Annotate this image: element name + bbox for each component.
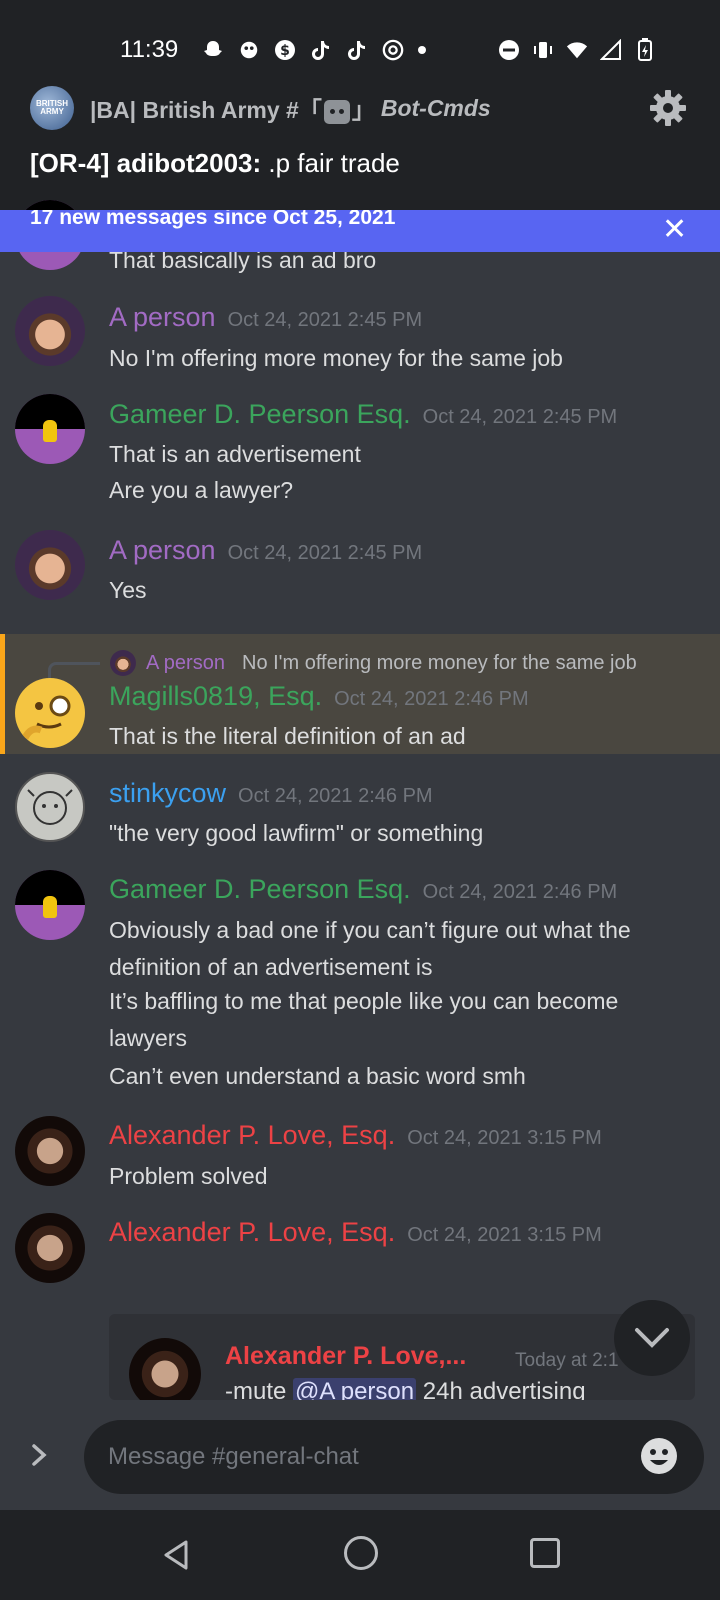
message-author[interactable]: stinkycow Oct 24, 2021 2:46 PM [109,778,433,809]
status-bar: 11:39 $ [0,28,720,72]
snapchat-icon [202,39,224,61]
gear-icon[interactable] [648,88,688,128]
message-text: Obviously a bad one if you can’t figure … [109,917,631,943]
top-bar: 11:39 $ BRITISH ARMY |BA| British Army #… [0,0,720,210]
cow-drawing-icon [27,789,73,825]
message-text: definition of an advertisement is [109,954,433,980]
message-author[interactable]: Gameer D. Peerson Esq. Oct 24, 2021 2:46 … [109,874,617,905]
battery-icon [634,38,656,61]
cell-signal-icon [600,39,622,61]
avatar[interactable] [15,1116,85,1186]
message-timestamp: Oct 24, 2021 2:46 PM [422,881,618,903]
user-mention[interactable]: @A person [293,1378,417,1400]
message-author[interactable]: A person Oct 24, 2021 2:45 PM [109,535,422,566]
embed-avatar [129,1338,201,1400]
expand-actions-button[interactable] [30,1440,60,1470]
robot-icon [323,99,350,124]
message-timestamp: Oct 24, 2021 2:45 PM [227,309,423,331]
cash-app-icon: $ [274,39,296,61]
embed-text: -mute @A person 24h advertising [225,1378,586,1400]
reply-avatar [110,650,136,676]
avatar[interactable] [15,678,85,748]
message-timestamp: Oct 24, 2021 2:45 PM [422,406,618,428]
channel-topic: [OR-4] adibot2003: .p fair trade [30,148,400,178]
channel-header[interactable]: BRITISH ARMY |BA| British Army #「」 Bot-C… [30,84,491,132]
wifi-icon [566,39,588,61]
message-author[interactable]: Alexander P. Love, Esq. Oct 24, 2021 3:15… [109,1120,602,1151]
message-timestamp: Oct 24, 2021 3:15 PM [407,1224,602,1246]
vibrate-icon [532,39,554,61]
avatar[interactable] [15,870,85,940]
system-icons [498,38,656,61]
server-name: |BA| British Army #「」 [90,97,375,124]
tiktok-icon [310,39,332,61]
message-text: That is an advertisement [109,441,361,467]
message-timestamp: Oct 24, 2021 3:15 PM [407,1127,602,1149]
message-input-placeholder: Message #general-chat [108,1443,359,1470]
recent-apps-icon[interactable] [530,1538,560,1568]
home-icon[interactable] [344,1536,378,1570]
status-time: 11:39 [120,36,179,63]
notification-icons: $ [202,39,426,61]
embed-timestamp: Today at 2:1 [515,1350,619,1371]
message-text: It’s baffling to me that people like you… [109,988,619,1014]
reply-author[interactable]: A person [146,652,225,675]
at-sign-icon [382,39,404,61]
do-not-disturb-icon [498,39,520,61]
message-author[interactable]: Magills0819, Esq. Oct 24, 2021 2:46 PM [109,681,529,712]
tiktok-icon-2 [346,39,368,61]
chevron-down-icon [635,1328,669,1348]
message-author[interactable]: Gameer D. Peerson Esq. Oct 24, 2021 2:45 … [109,399,617,430]
jump-to-bottom-button[interactable] [614,1300,690,1376]
message-text: No I'm offering more money for the same … [109,345,563,371]
reply-preview[interactable]: No I'm offering more money for the same … [242,652,637,675]
thinking-monocle-icon [21,695,71,740]
message-timestamp: Oct 24, 2021 2:45 PM [227,542,423,564]
message-text: That is the literal definition of an ad [109,723,466,749]
android-nav-bar [0,1510,720,1600]
close-icon[interactable]: ✕ [662,212,687,247]
message-text: lawyers [109,1025,187,1051]
server-icon: BRITISH ARMY [30,86,74,130]
avatar[interactable] [15,772,85,842]
message-author[interactable]: A person Oct 24, 2021 2:45 PM [109,302,422,333]
embed-author: Alexander P. Love,... [225,1342,467,1370]
emoji-icon[interactable] [639,1436,679,1476]
message-text: Yes [109,577,147,603]
chevron-right-icon [32,1444,47,1466]
app-icon [238,39,260,61]
message-text: Are you a lawyer? [109,477,294,503]
avatar[interactable] [15,394,85,464]
message-text: Can’t even understand a basic word smh [109,1063,526,1089]
message-embed[interactable]: Alexander P. Love,... Today at 2:1 -mute… [109,1314,695,1400]
message-timestamp: Oct 24, 2021 2:46 PM [238,785,433,807]
avatar[interactable] [15,1213,85,1283]
message-author[interactable]: Alexander P. Love, Esq. Oct 24, 2021 3:15… [109,1217,602,1248]
reply-connector [48,662,100,680]
message-text: Problem solved [109,1163,268,1189]
svg-text:$: $ [280,43,290,59]
channel-name: Bot-Cmds [380,94,491,121]
back-icon[interactable] [160,1538,194,1572]
new-messages-banner-overlay: 17 new messages since Oct 25, 2021 ✕ [0,210,720,252]
message-text: "the very good lawfirm" or something [109,820,484,846]
message-input[interactable]: Message #general-chat [84,1420,704,1494]
avatar[interactable] [15,296,85,366]
avatar[interactable] [15,530,85,600]
more-notifications-dot [418,46,426,54]
message-timestamp: Oct 24, 2021 2:46 PM [334,688,529,710]
